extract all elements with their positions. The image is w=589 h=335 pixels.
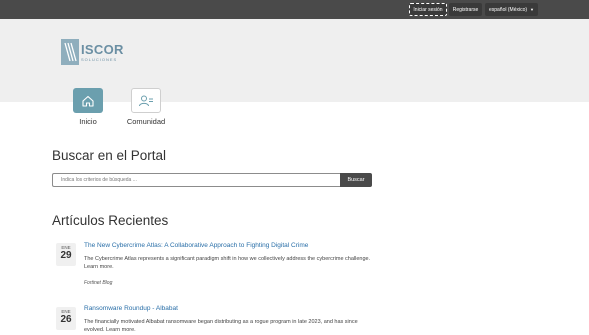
iscor-logo[interactable]: ISCOR SOLUCIONES [61, 38, 127, 66]
search-placeholder: Indica los criterios de búsqueda ... [61, 177, 137, 183]
article-title-link[interactable]: The New Cybercrime Atlas: A Collaborativ… [84, 242, 308, 249]
register-button[interactable]: Registrarse [449, 3, 482, 16]
article-source: Fortinet Blog [84, 280, 113, 286]
search-input[interactable]: Indica los criterios de búsqueda ... [52, 173, 340, 187]
home-icon [82, 95, 94, 107]
nav-tile-comunidad[interactable] [131, 88, 161, 113]
language-dropdown[interactable]: español (México) ▼ [485, 3, 538, 16]
language-label: español (México) [488, 6, 528, 13]
article-title-link[interactable]: Ransomware Roundup - Albabat [84, 305, 178, 312]
logo-mark-icon [61, 39, 79, 65]
article-day: 29 [60, 250, 72, 261]
article-description: The financially motivated Albabat ransom… [84, 319, 358, 333]
article-description: The Cybercrime Atlas represents a signif… [84, 256, 371, 270]
article-day: 26 [60, 314, 72, 325]
article-date-badge: ENE 29 [56, 243, 76, 266]
nav-tile-comunidad-label[interactable]: Comunidad [121, 117, 171, 126]
top-bar: Iniciar sesión Registrarse español (Méxi… [0, 0, 589, 19]
nav-tile-inicio[interactable] [73, 88, 103, 113]
search-heading: Buscar en el Portal [52, 148, 167, 163]
logo-tagline: SOLUCIONES [81, 56, 118, 62]
search-button[interactable]: Buscar [340, 173, 372, 187]
logo-text: ISCOR SOLUCIONES [81, 43, 124, 62]
logo-name: ISCOR [81, 41, 124, 57]
login-button[interactable]: Iniciar sesión [409, 3, 447, 16]
community-icon [139, 95, 153, 106]
caret-down-icon: ▼ [530, 7, 535, 12]
articles-heading: Artículos Recientes [52, 213, 169, 228]
article-date-badge: ENE 26 [56, 307, 76, 330]
nav-tile-inicio-label[interactable]: Inicio [70, 117, 106, 126]
